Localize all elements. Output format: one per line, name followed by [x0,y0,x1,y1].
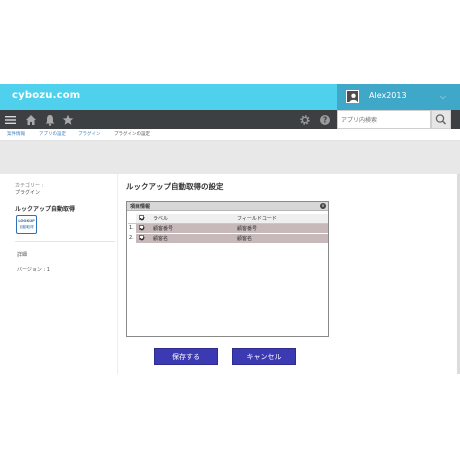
svg-text:?: ? [323,116,327,125]
home-icon[interactable] [25,114,37,126]
breadcrumb-item-space[interactable]: 案件情報 [7,131,25,137]
sidebar-separator [117,174,118,374]
column-header-label: ラベル [150,214,234,224]
sidebar-divider [15,241,115,242]
search-input[interactable] [341,115,427,126]
row-checkbox[interactable] [139,235,144,240]
panel-title: 項目情報 [130,204,151,210]
search-box [337,110,431,129]
row-checkbox-cell[interactable] [136,223,150,234]
header-number-cell [128,214,136,224]
save-button[interactable]: 保存する [154,348,218,365]
row-field-code: 顧客番号 [234,223,328,234]
detail-link[interactable]: 詳細 [17,251,27,258]
help-icon[interactable]: ? [319,114,331,126]
panel-header: 項目情報 × [127,202,328,211]
cancel-button[interactable]: キャンセル [232,348,296,365]
plugin-name: ルックアップ自動取得 [15,206,76,213]
username: Alex2013 [369,91,407,100]
plugin-logo-line1: LOOKUP [18,219,35,223]
breadcrumb: 案件情報 アプリの設定 プラグイン プラグインの設定 [0,129,460,141]
table-row[interactable]: 1. 顧客番号 顧客番号 [128,223,328,234]
select-all-checkbox[interactable] [139,215,144,221]
category-value: プラグイン [15,190,41,196]
column-header-field-code: フィールドコード [234,214,328,224]
search-button[interactable] [431,110,451,129]
chevron-down-icon: ⌵ [439,92,446,101]
field-table: ラベル フィールドコード 1. 顧客番号 顧客番号 2. 顧客名 顧客名 [128,214,328,244]
close-icon[interactable]: × [320,203,326,209]
header-select-all[interactable] [136,214,150,224]
cybozu-logo[interactable]: cybozu.com [12,90,80,101]
star-icon[interactable] [62,114,74,126]
row-label: 顧客番号 [150,223,234,234]
search-icon [435,114,447,125]
gear-icon[interactable] [299,114,311,126]
bell-icon[interactable] [44,114,56,126]
table-row[interactable]: 2. 顧客名 顧客名 [128,233,328,244]
user-icon [349,93,358,103]
plugin-version: バージョン : 1 [17,267,50,273]
avatar [346,90,359,103]
page-title: ルックアップ自動取得の設定 [126,182,224,191]
plugin-logo-line2: 自動取得 [19,225,34,229]
top-header: cybozu.com Alex2013 ⌵ [0,84,460,110]
user-menu[interactable]: Alex2013 ⌵ [337,84,460,110]
category-label: カテゴリー : [15,183,44,189]
navigation-bar: ? [0,110,460,129]
menu-icon[interactable] [5,114,17,126]
row-checkbox-cell[interactable] [136,233,150,244]
app-window: cybozu.com Alex2013 ⌵ ? アプリ内検索 案件情報 アプリの… [0,0,460,460]
breadcrumb-item-current: プラグインの設定 [114,132,150,137]
page-background-band [0,141,460,174]
field-info-panel: 項目情報 × ラベル フィールドコード 1. 顧客番号 顧客番号 2. 顧客名 … [126,201,329,337]
row-number: 2. [128,233,136,244]
row-label: 顧客名 [150,233,234,244]
row-checkbox[interactable] [139,225,144,230]
row-number: 1. [128,223,136,234]
table-header-row: ラベル フィールドコード [128,214,328,224]
row-field-code: 顧客名 [234,233,328,244]
breadcrumb-item-app-settings[interactable]: アプリの設定 [39,131,66,137]
plugin-logo: LOOKUP 自動取得 [16,215,37,234]
breadcrumb-item-plugins[interactable]: プラグイン [78,131,101,137]
